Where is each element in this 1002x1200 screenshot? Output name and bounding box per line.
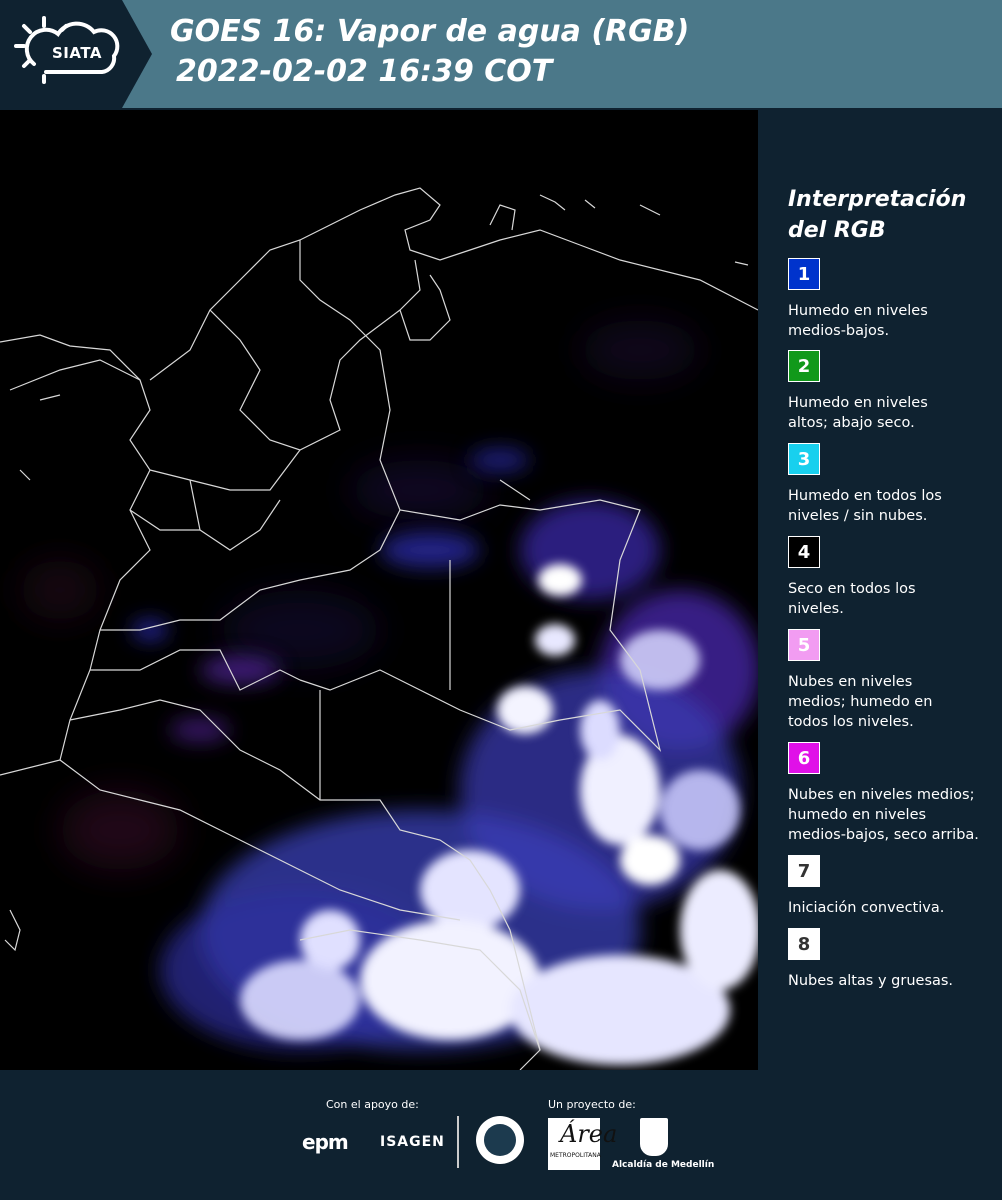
legend-description-line: Humedo en niveles <box>788 395 928 411</box>
legend-description: Nubes altas y gruesas. <box>788 971 998 991</box>
page-timestamp: 2022-02-02 16:39 COT <box>176 54 553 89</box>
legend-title-line2: del RGB <box>788 218 886 243</box>
header-bar: SIATA GOES 16: Vapor de agua (RGB) 2022-… <box>0 0 1002 108</box>
legend-description-line: altos; abajo seco. <box>788 415 915 431</box>
legend-description-line: Seco en todos los <box>788 581 916 597</box>
legend-description-line: Nubes altas y gruesas. <box>788 973 954 989</box>
legend-description-line: todos los niveles. <box>788 714 914 730</box>
legend-item-5: 5 Nubes en niveles medios; humedo en todos … <box>788 629 998 732</box>
legend-description: Humedo en todos los niveles / sin nubes. <box>788 486 998 526</box>
legend-description-line: medios-bajos. <box>788 323 890 339</box>
legend-title: Interpretación del RGB <box>788 184 966 246</box>
legend-description-line: Nubes en niveles <box>788 674 913 690</box>
legend-item-7: 7 Iniciación convectiva. <box>788 855 998 918</box>
legend-swatch: 6 <box>788 742 820 774</box>
legend-description: Iniciación convectiva. <box>788 898 998 918</box>
legend-swatch: 2 <box>788 350 820 382</box>
alcaldia-shield-logo <box>640 1118 668 1156</box>
epm-logo: epm <box>302 1130 349 1154</box>
area-metropolitana-logo: Área METROPOLITANA <box>548 1118 617 1170</box>
alcaldia-logo-text: Alcaldía de Medellín <box>612 1160 715 1170</box>
legend-item-1: 1 Humedo en niveles medios-bajos. <box>788 258 998 341</box>
siata-logo-text: SIATA <box>52 44 103 62</box>
rgb-legend: Interpretación del RGB 1 Humedo en nivele… <box>760 110 1002 1070</box>
satellite-map <box>0 110 758 1070</box>
legend-description-line: niveles / sin nubes. <box>788 508 928 524</box>
legend-description-line: humedo en niveles <box>788 807 927 823</box>
legend-description: Nubes en niveles medios; humedo en nivele… <box>788 785 998 845</box>
siata-logo: SIATA <box>0 0 152 108</box>
legend-description-line: Iniciación convectiva. <box>788 900 945 916</box>
legend-description-line: Humedo en todos los <box>788 488 942 504</box>
project-label: Un proyecto de: <box>548 1098 636 1111</box>
legend-item-4: 4 Seco en todos los niveles. <box>788 536 998 619</box>
legend-item-2: 2 Humedo en niveles altos; abajo seco. <box>788 350 998 433</box>
legend-description: Humedo en niveles altos; abajo seco. <box>788 393 998 433</box>
legend-description: Seco en todos los niveles. <box>788 579 998 619</box>
municipal-seal-logo <box>476 1116 524 1164</box>
legend-description-line: medios-bajos, seco arriba. <box>788 827 979 843</box>
page-title: GOES 16: Vapor de agua (RGB) <box>170 14 690 49</box>
footer-divider <box>457 1116 459 1168</box>
legend-description: Nubes en niveles medios; humedo en todos l… <box>788 672 998 732</box>
legend-swatch: 8 <box>788 928 820 960</box>
legend-swatch: 3 <box>788 443 820 475</box>
footer: Con el apoyo de: Un proyecto de: epm ISA… <box>0 1070 1002 1200</box>
legend-description-line: medios; humedo en <box>788 694 933 710</box>
legend-swatch: 1 <box>788 258 820 290</box>
legend-description-line: Humedo en niveles <box>788 303 928 319</box>
satellite-image <box>0 110 758 1070</box>
legend-title-line1: Interpretación <box>788 187 967 212</box>
support-label: Con el apoyo de: <box>326 1098 419 1111</box>
legend-description-line: niveles. <box>788 601 844 617</box>
legend-description: Humedo en niveles medios-bajos. <box>788 301 998 341</box>
amva-logo-subtext: METROPOLITANA <box>550 1152 601 1159</box>
legend-swatch: 5 <box>788 629 820 661</box>
legend-item-6: 6 Nubes en niveles medios; humedo en nivel… <box>788 742 998 845</box>
legend-item-8: 8 Nubes altas y gruesas. <box>788 928 998 991</box>
amva-logo-text: Área <box>560 1120 618 1148</box>
isagen-logo: ISAGEN <box>380 1134 445 1150</box>
legend-swatch: 7 <box>788 855 820 887</box>
legend-swatch: 4 <box>788 536 820 568</box>
legend-item-3: 3 Humedo en todos los niveles / sin nubes. <box>788 443 998 526</box>
legend-description-line: Nubes en niveles medios; <box>788 787 975 803</box>
